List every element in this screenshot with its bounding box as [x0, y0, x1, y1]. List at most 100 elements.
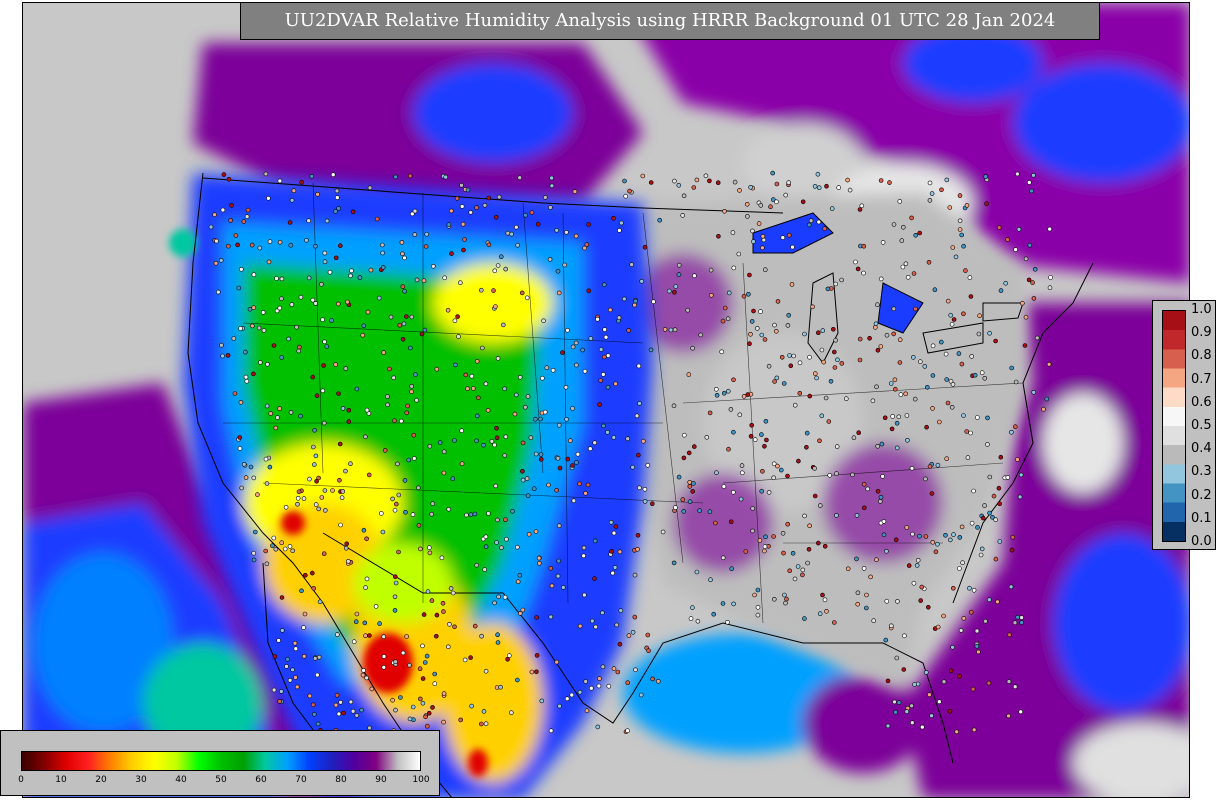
station-marker	[277, 406, 282, 411]
station-marker	[407, 345, 413, 351]
station-marker	[393, 174, 398, 180]
station-marker	[513, 224, 519, 230]
station-marker	[1032, 266, 1038, 272]
station-marker	[912, 682, 917, 687]
station-marker	[522, 404, 528, 410]
station-marker	[902, 633, 907, 639]
station-marker	[957, 193, 963, 198]
station-marker	[760, 468, 765, 474]
station-marker	[725, 619, 730, 625]
station-marker	[792, 402, 798, 408]
station-marker	[904, 413, 910, 418]
station-marker	[421, 612, 427, 617]
station-marker	[542, 195, 548, 200]
station-marker	[1015, 614, 1020, 620]
station-marker	[806, 546, 812, 552]
station-marker	[645, 462, 651, 468]
station-marker	[442, 275, 448, 281]
station-marker	[556, 422, 562, 428]
station-marker	[251, 557, 257, 563]
station-marker	[922, 364, 928, 369]
station-marker	[406, 457, 412, 463]
station-marker	[912, 396, 918, 402]
station-marker	[538, 457, 544, 462]
station-marker	[464, 512, 469, 518]
station-marker	[880, 474, 885, 479]
station-marker	[459, 183, 464, 188]
station-marker	[554, 487, 559, 493]
station-marker	[433, 633, 439, 639]
station-marker	[277, 305, 283, 311]
station-marker	[452, 624, 457, 630]
station-marker	[403, 509, 408, 515]
station-marker	[519, 290, 525, 296]
station-marker	[296, 344, 302, 350]
station-marker	[410, 512, 416, 517]
station-marker	[288, 410, 294, 415]
station-marker	[279, 595, 285, 600]
station-marker	[748, 331, 753, 337]
station-marker	[600, 372, 606, 377]
station-marker	[271, 535, 277, 541]
station-marker	[748, 433, 754, 439]
station-marker	[927, 180, 933, 186]
station-marker	[508, 710, 514, 716]
station-marker	[324, 344, 330, 349]
station-marker	[896, 700, 902, 705]
station-marker	[465, 386, 470, 392]
station-marker	[295, 501, 300, 507]
station-marker	[987, 330, 992, 336]
station-marker	[959, 524, 965, 530]
station-marker	[333, 255, 339, 261]
station-marker	[364, 536, 369, 542]
station-marker	[556, 523, 562, 529]
station-marker	[562, 262, 568, 268]
station-marker	[750, 228, 755, 234]
station-marker	[741, 394, 747, 399]
station-marker	[555, 573, 561, 579]
station-marker	[456, 334, 461, 339]
station-marker	[909, 720, 915, 726]
station-marker	[976, 331, 982, 337]
station-marker	[961, 413, 966, 418]
station-marker	[929, 491, 935, 496]
station-marker	[896, 414, 902, 420]
station-marker	[515, 579, 521, 585]
station-marker	[879, 441, 885, 447]
station-marker	[747, 341, 752, 347]
station-marker	[618, 608, 624, 613]
station-marker	[321, 420, 327, 426]
station-marker	[672, 327, 678, 333]
station-marker	[392, 608, 398, 613]
station-marker	[343, 366, 349, 371]
station-marker	[772, 322, 777, 328]
station-marker	[775, 299, 781, 304]
station-marker	[781, 550, 786, 556]
station-marker	[392, 418, 397, 424]
station-marker	[762, 548, 767, 554]
station-marker	[609, 549, 614, 554]
station-marker	[900, 225, 906, 230]
station-marker	[856, 430, 862, 436]
station-marker	[452, 438, 457, 443]
station-marker	[606, 683, 612, 689]
station-marker	[969, 520, 975, 526]
station-marker	[947, 537, 953, 543]
station-marker	[874, 384, 879, 390]
station-marker	[294, 684, 300, 690]
station-marker	[565, 456, 571, 462]
station-marker	[314, 393, 320, 399]
station-marker	[310, 374, 316, 380]
station-marker	[441, 449, 447, 455]
station-marker	[377, 621, 382, 626]
station-marker	[496, 594, 501, 600]
station-marker	[615, 669, 621, 675]
station-marker	[592, 576, 597, 581]
station-marker	[316, 506, 322, 512]
station-marker	[839, 361, 845, 366]
station-marker	[577, 481, 582, 487]
station-marker	[600, 610, 605, 616]
station-marker	[503, 434, 509, 440]
relative-colorbar-tick: 0.6	[1191, 394, 1212, 410]
station-marker	[1005, 237, 1010, 242]
